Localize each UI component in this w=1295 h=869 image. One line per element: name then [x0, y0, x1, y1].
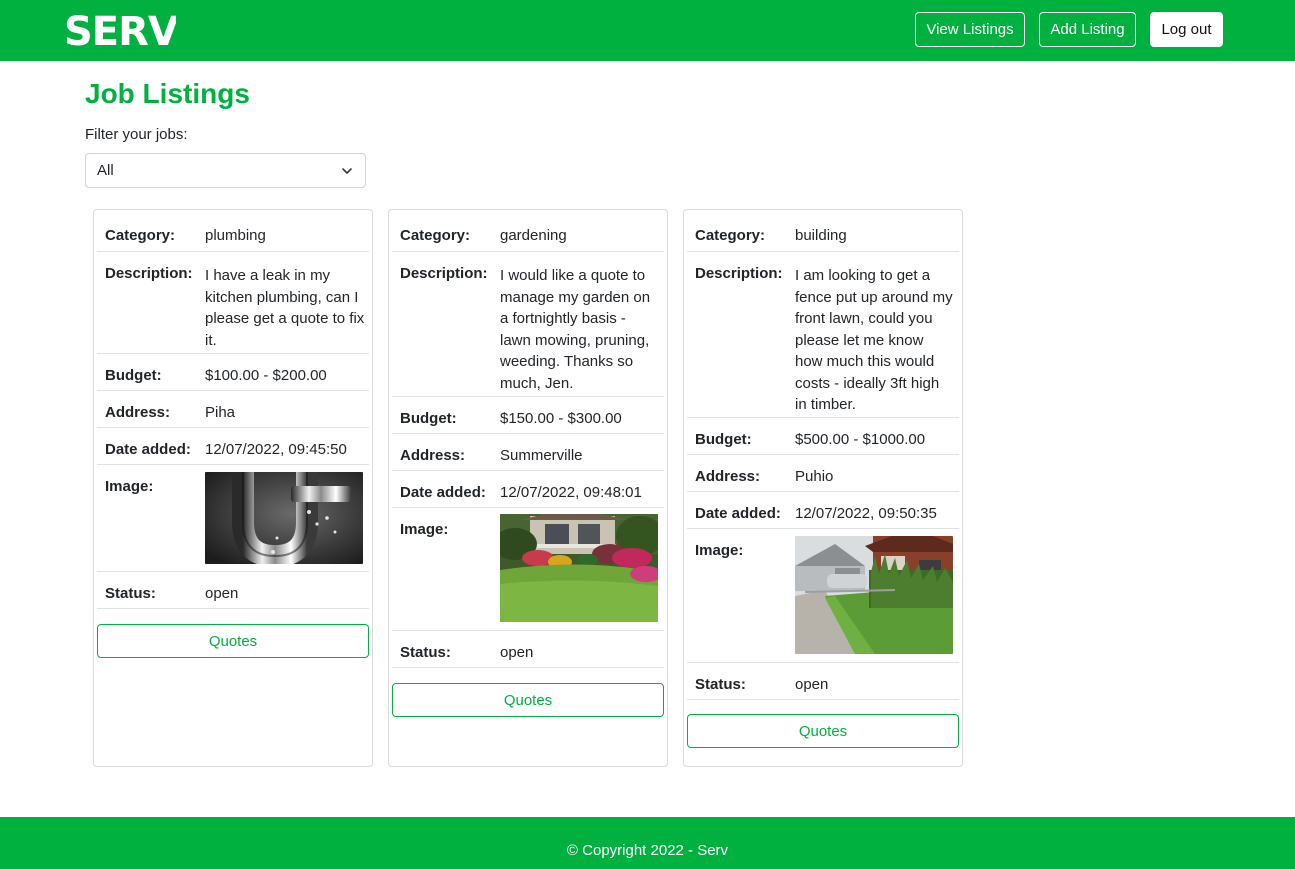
plumbing-pipe-image — [205, 472, 363, 564]
category-value: building — [795, 227, 847, 244]
description-label: Description: — [105, 265, 193, 282]
filter-label: Filter your jobs: — [85, 126, 188, 143]
row-status: Status: open — [687, 663, 959, 700]
description-value: I am looking to get a fence put up aroun… — [795, 267, 953, 413]
category-label: Category: — [105, 227, 176, 244]
listing-card-gardening: Category: gardening Description: I would… — [388, 209, 668, 767]
date-added-value: 12/07/2022, 09:48:01 — [500, 484, 642, 501]
row-description: Description: I have a leak in my kitchen… — [97, 252, 369, 354]
image-label: Image: — [105, 478, 154, 495]
row-status: Status: open — [97, 572, 369, 609]
category-label: Category: — [400, 227, 471, 244]
description-value: I have a leak in my kitchen plumbing, ca… — [205, 267, 365, 349]
view-listings-button[interactable]: View Listings — [915, 12, 1025, 47]
row-budget: Budget: $150.00 - $300.00 — [392, 397, 664, 434]
add-listing-button[interactable]: Add Listing — [1039, 12, 1136, 47]
image-label: Image: — [695, 542, 744, 559]
chevron-down-icon — [342, 168, 352, 174]
category-label: Category: — [695, 227, 766, 244]
description-label: Description: — [695, 265, 783, 282]
navbar: SERV. View Listings Add Listing Log out — [0, 0, 1295, 61]
category-value: gardening — [500, 227, 567, 244]
date-added-label: Date added: — [695, 505, 781, 522]
row-budget: Budget: $100.00 - $200.00 — [97, 354, 369, 391]
row-category: Category: building — [687, 214, 959, 252]
description-value: I would like a quote to manage my garden… — [500, 267, 651, 392]
row-image: Image: — [97, 465, 369, 572]
status-label: Status: — [105, 585, 156, 602]
logo-text: SERV. — [64, 9, 176, 51]
serv-logo[interactable]: SERV. — [64, 9, 176, 51]
status-value: open — [795, 676, 829, 693]
listing-card-building: Category: building Description: I am loo… — [683, 209, 963, 767]
filter-selected-value: All — [97, 162, 114, 179]
row-image: Image: — [687, 529, 959, 663]
image-label: Image: — [400, 521, 449, 538]
row-budget: Budget: $500.00 - $1000.00 — [687, 418, 959, 455]
address-value: Puhio — [795, 468, 834, 485]
date-added-label: Date added: — [105, 441, 191, 458]
row-address: Address: Piha — [97, 391, 369, 428]
budget-label: Budget: — [400, 410, 457, 427]
row-date-added: Date added: 12/07/2022, 09:45:50 — [97, 428, 369, 465]
address-label: Address: — [105, 404, 171, 421]
address-value: Summerville — [500, 447, 583, 464]
date-added-value: 12/07/2022, 09:50:35 — [795, 505, 937, 522]
listing-card-plumbing: Category: plumbing Description: I have a… — [93, 209, 373, 767]
quotes-button[interactable]: Quotes — [687, 714, 959, 748]
address-label: Address: — [695, 468, 761, 485]
row-date-added: Date added: 12/07/2022, 09:48:01 — [392, 471, 664, 508]
row-category: Category: gardening — [392, 214, 664, 252]
garden-image — [500, 514, 658, 622]
copyright-text: © Copyright 2022 - Serv — [566, 841, 729, 859]
front-lawn-image — [795, 536, 953, 654]
budget-value: $150.00 - $300.00 — [500, 410, 622, 427]
row-category: Category: plumbing — [97, 214, 369, 252]
budget-value: $500.00 - $1000.00 — [795, 431, 926, 448]
status-label: Status: — [695, 676, 746, 693]
row-address: Address: Summerville — [392, 434, 664, 471]
filter-select[interactable]: All — [85, 153, 366, 188]
footer: © Copyright 2022 - Serv — [0, 817, 1295, 869]
budget-label: Budget: — [695, 431, 752, 448]
status-value: open — [205, 585, 239, 602]
quotes-button[interactable]: Quotes — [392, 683, 664, 717]
row-description: Description: I am looking to get a fence… — [687, 252, 959, 418]
budget-label: Budget: — [105, 367, 162, 384]
date-added-value: 12/07/2022, 09:45:50 — [205, 441, 347, 458]
page-title: Job Listings — [85, 78, 250, 109]
row-image: Image: — [392, 508, 664, 631]
row-description: Description: I would like a quote to man… — [392, 252, 664, 397]
date-added-label: Date added: — [400, 484, 486, 501]
budget-value: $100.00 - $200.00 — [205, 367, 327, 384]
row-status: Status: open — [392, 631, 664, 668]
row-date-added: Date added: 12/07/2022, 09:50:35 — [687, 492, 959, 529]
address-value: Piha — [205, 404, 236, 421]
category-value: plumbing — [205, 227, 266, 244]
quotes-button[interactable]: Quotes — [97, 624, 369, 658]
status-value: open — [500, 644, 534, 661]
status-label: Status: — [400, 644, 451, 661]
description-label: Description: — [400, 265, 488, 282]
row-address: Address: Puhio — [687, 455, 959, 492]
address-label: Address: — [400, 447, 466, 464]
log-out-button[interactable]: Log out — [1150, 12, 1223, 47]
